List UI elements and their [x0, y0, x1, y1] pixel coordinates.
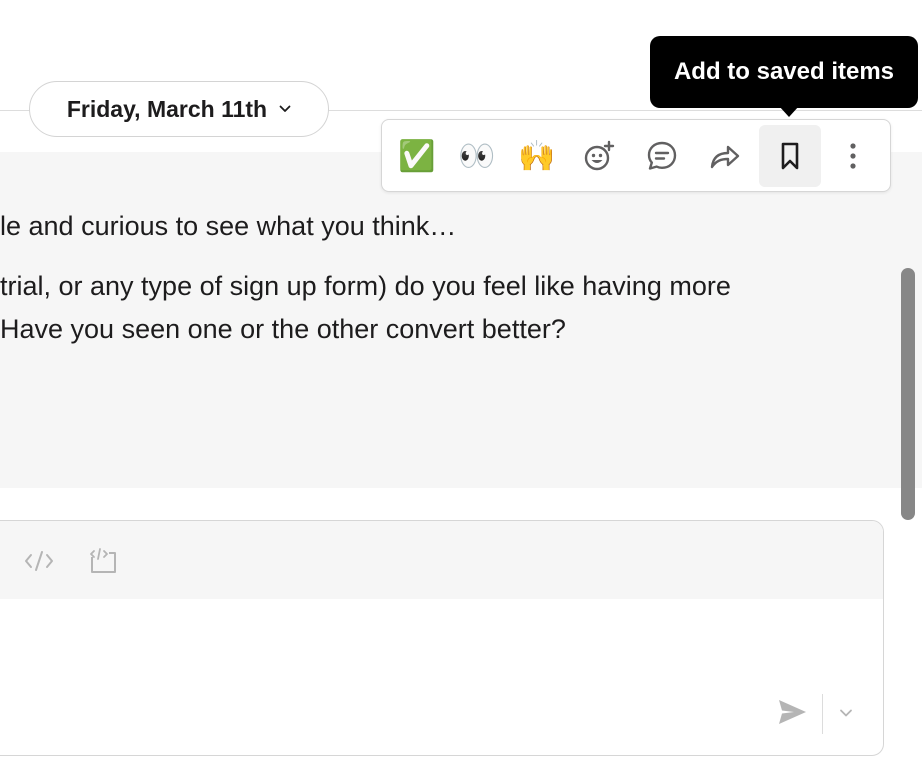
share-icon — [708, 139, 742, 173]
save-item-button[interactable] — [759, 125, 821, 187]
reaction-raised-hands-button[interactable]: 🙌 — [506, 125, 568, 187]
chevron-down-icon — [279, 105, 291, 113]
more-actions-button[interactable] — [822, 125, 884, 187]
message-text-line: Have you seen one or the other convert b… — [0, 314, 566, 344]
reply-in-thread-button[interactable] — [631, 125, 693, 187]
send-divider — [822, 694, 823, 734]
code-icon[interactable] — [23, 547, 55, 575]
more-actions-icon — [848, 139, 858, 173]
message-composer[interactable] — [0, 520, 884, 756]
reaction-check-button[interactable]: ✅ — [386, 125, 448, 187]
date-label: Friday, March 11th — [66, 95, 268, 122]
date-divider-button[interactable]: Friday, March 11th — [29, 81, 329, 137]
share-message-button[interactable] — [694, 125, 756, 187]
tooltip-text: Add to saved items — [673, 58, 895, 85]
code-block-icon[interactable] — [88, 547, 118, 575]
send-icon[interactable] — [776, 696, 808, 728]
message-text-line: trial, or any type of sign up form) do y… — [0, 271, 731, 301]
chevron-down-icon[interactable] — [838, 705, 854, 721]
message-text-line: le and curious to see what you think… — [0, 211, 457, 241]
add-reaction-button[interactable] — [568, 125, 630, 187]
message-actions-toolbar: ✅ 👀 🙌 — [381, 119, 891, 192]
tooltip: Add to saved items — [650, 36, 918, 108]
composer-format-toolbar — [0, 521, 883, 599]
scrollbar-thumb[interactable] — [901, 268, 915, 520]
reply-in-thread-icon — [645, 139, 679, 173]
reaction-eyes-button[interactable]: 👀 — [446, 125, 508, 187]
add-reaction-icon — [582, 139, 616, 173]
bookmark-icon — [775, 139, 805, 173]
tooltip-arrow — [779, 106, 799, 117]
